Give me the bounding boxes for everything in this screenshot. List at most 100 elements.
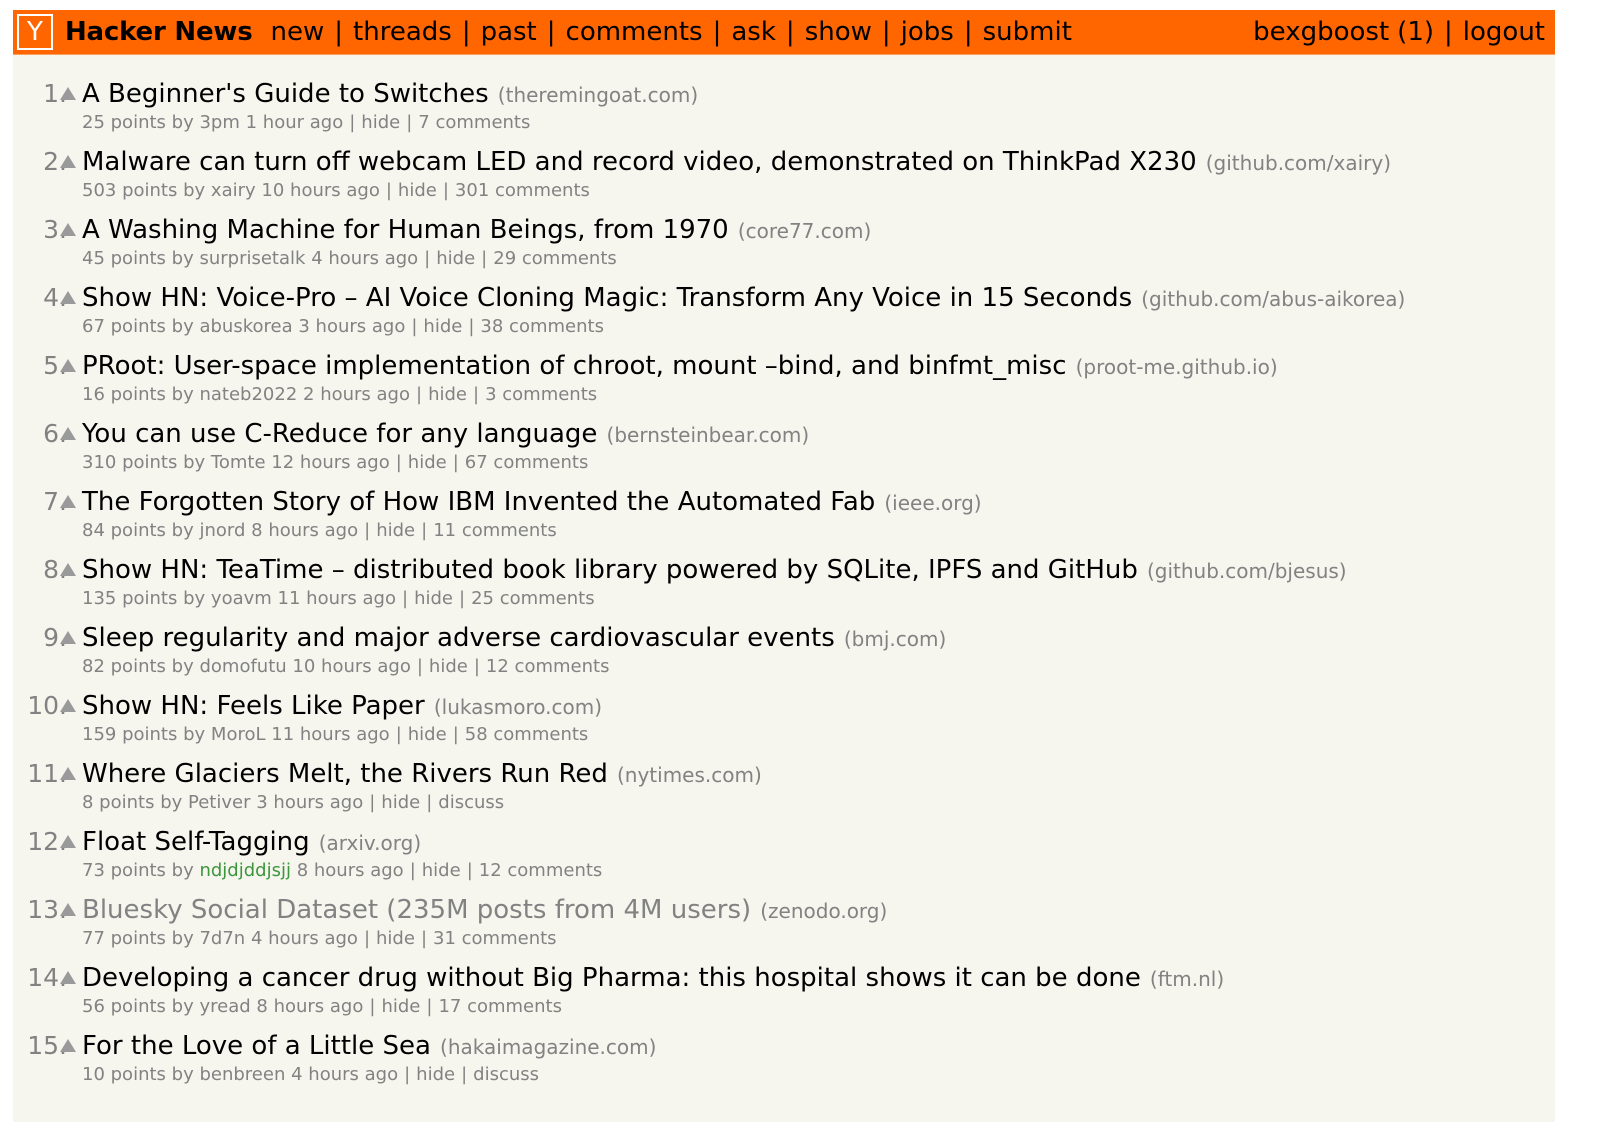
user-link[interactable]: bexgboost xyxy=(1253,17,1389,47)
y-logo-icon[interactable]: Y xyxy=(17,14,53,50)
story-user-link[interactable]: 7d7n xyxy=(199,928,245,949)
story-user-link[interactable]: abuskorea xyxy=(199,316,292,337)
story-age-link[interactable]: 3 hours ago xyxy=(298,316,405,337)
story-site[interactable]: (lukasmoro.com) xyxy=(434,695,602,719)
hide-link[interactable]: hide xyxy=(398,180,437,201)
comments-link[interactable]: 25 comments xyxy=(471,588,595,609)
nav-link-ask[interactable]: ask xyxy=(731,17,776,47)
story-site[interactable]: (nytimes.com) xyxy=(617,763,762,787)
story-site[interactable]: (bernsteinbear.com) xyxy=(607,423,810,447)
hide-link[interactable]: hide xyxy=(436,248,475,269)
upvote-triangle-icon[interactable] xyxy=(60,631,76,644)
upvote-triangle-icon[interactable] xyxy=(60,495,76,508)
story-site[interactable]: (arxiv.org) xyxy=(319,831,421,855)
story-title-link[interactable]: A Beginner's Guide to Switches xyxy=(82,79,489,109)
upvote-triangle-icon[interactable] xyxy=(60,223,76,236)
story-user-link[interactable]: jnord xyxy=(199,520,245,541)
hide-link[interactable]: hide xyxy=(361,112,400,133)
hide-link[interactable]: hide xyxy=(416,1064,455,1085)
hide-link[interactable]: hide xyxy=(376,928,415,949)
comments-link[interactable]: 3 comments xyxy=(485,384,597,405)
comments-link[interactable]: 11 comments xyxy=(433,520,557,541)
nav-link-new[interactable]: new xyxy=(271,17,325,47)
nav-link-submit[interactable]: submit xyxy=(983,17,1072,47)
comments-link[interactable]: 29 comments xyxy=(493,248,617,269)
story-title-link[interactable]: Developing a cancer drug without Big Pha… xyxy=(82,963,1141,993)
upvote-triangle-icon[interactable] xyxy=(60,835,76,848)
story-title-link[interactable]: Show HN: Voice-Pro – AI Voice Cloning Ma… xyxy=(82,283,1132,313)
story-title-link[interactable]: Malware can turn off webcam LED and reco… xyxy=(82,147,1197,177)
upvote-triangle-icon[interactable] xyxy=(60,427,76,440)
hide-link[interactable]: hide xyxy=(376,520,415,541)
upvote-triangle-icon[interactable] xyxy=(60,155,76,168)
story-age-link[interactable]: 11 hours ago xyxy=(278,588,396,609)
upvote-triangle-icon[interactable] xyxy=(60,1039,76,1052)
nav-link-show[interactable]: show xyxy=(805,17,872,47)
story-age-link[interactable]: 1 hour ago xyxy=(246,112,344,133)
story-site[interactable]: (hakaimagazine.com) xyxy=(440,1035,656,1059)
story-title-link[interactable]: Bluesky Social Dataset (235M posts from … xyxy=(82,895,751,925)
story-site[interactable]: (proot-me.github.io) xyxy=(1076,355,1278,379)
upvote-triangle-icon[interactable] xyxy=(60,291,76,304)
story-age-link[interactable]: 10 hours ago xyxy=(292,656,410,677)
comments-link[interactable]: 12 comments xyxy=(486,656,610,677)
story-user-link[interactable]: xairy xyxy=(211,180,256,201)
nav-link-past[interactable]: past xyxy=(481,17,537,47)
hide-link[interactable]: hide xyxy=(414,588,453,609)
story-age-link[interactable]: 11 hours ago xyxy=(271,724,389,745)
upvote-triangle-icon[interactable] xyxy=(60,903,76,916)
story-user-link[interactable]: nateb2022 xyxy=(199,384,297,405)
story-user-link[interactable]: yoavm xyxy=(211,588,272,609)
story-site[interactable]: (github.com/abus-aikorea) xyxy=(1141,287,1405,311)
comments-link[interactable]: discuss xyxy=(473,1064,539,1085)
story-age-link[interactable]: 8 hours ago xyxy=(297,860,404,881)
story-site[interactable]: (theremingoat.com) xyxy=(498,83,698,107)
story-user-link[interactable]: Petiver xyxy=(188,792,250,813)
story-site[interactable]: (core77.com) xyxy=(738,219,871,243)
comments-link[interactable]: discuss xyxy=(438,792,504,813)
story-title-link[interactable]: The Forgotten Story of How IBM Invented … xyxy=(82,487,875,517)
hide-link[interactable]: hide xyxy=(423,316,462,337)
upvote-triangle-icon[interactable] xyxy=(60,359,76,372)
upvote-triangle-icon[interactable] xyxy=(60,971,76,984)
story-site[interactable]: (ftm.nl) xyxy=(1150,967,1224,991)
story-site[interactable]: (github.com/bjesus) xyxy=(1147,559,1347,583)
story-age-link[interactable]: 4 hours ago xyxy=(291,1064,398,1085)
upvote-triangle-icon[interactable] xyxy=(60,87,76,100)
story-age-link[interactable]: 10 hours ago xyxy=(261,180,379,201)
logout-link[interactable]: logout xyxy=(1463,17,1545,47)
story-title-link[interactable]: Show HN: TeaTime – distributed book libr… xyxy=(82,555,1138,585)
hide-link[interactable]: hide xyxy=(428,384,467,405)
comments-link[interactable]: 38 comments xyxy=(480,316,604,337)
story-title-link[interactable]: You can use C-Reduce for any language xyxy=(82,419,597,449)
story-title-link[interactable]: Sleep regularity and major adverse cardi… xyxy=(82,623,835,653)
story-age-link[interactable]: 8 hours ago xyxy=(251,520,358,541)
story-site[interactable]: (ieee.org) xyxy=(884,491,981,515)
story-age-link[interactable]: 12 hours ago xyxy=(271,452,389,473)
comments-link[interactable]: 67 comments xyxy=(465,452,589,473)
hide-link[interactable]: hide xyxy=(429,656,468,677)
comments-link[interactable]: 301 comments xyxy=(455,180,590,201)
comments-link[interactable]: 12 comments xyxy=(479,860,603,881)
story-title-link[interactable]: Float Self-Tagging xyxy=(82,827,310,857)
comments-link[interactable]: 17 comments xyxy=(438,996,562,1017)
hide-link[interactable]: hide xyxy=(408,724,447,745)
hide-link[interactable]: hide xyxy=(381,792,420,813)
story-site[interactable]: (zenodo.org) xyxy=(760,899,887,923)
upvote-triangle-icon[interactable] xyxy=(60,563,76,576)
brand-link[interactable]: Hacker News xyxy=(65,17,253,47)
comments-link[interactable]: 7 comments xyxy=(418,112,530,133)
story-user-link[interactable]: Tomte xyxy=(211,452,266,473)
comments-link[interactable]: 31 comments xyxy=(433,928,557,949)
comments-link[interactable]: 58 comments xyxy=(465,724,589,745)
story-age-link[interactable]: 4 hours ago xyxy=(311,248,418,269)
story-title-link[interactable]: Show HN: Feels Like Paper xyxy=(82,691,425,721)
nav-link-comments[interactable]: comments xyxy=(566,17,703,47)
hide-link[interactable]: hide xyxy=(422,860,461,881)
nav-link-jobs[interactable]: jobs xyxy=(901,17,954,47)
nav-link-threads[interactable]: threads xyxy=(353,17,452,47)
story-user-link[interactable]: 3pm xyxy=(199,112,239,133)
story-site[interactable]: (github.com/xairy) xyxy=(1206,151,1391,175)
hide-link[interactable]: hide xyxy=(381,996,420,1017)
hide-link[interactable]: hide xyxy=(408,452,447,473)
